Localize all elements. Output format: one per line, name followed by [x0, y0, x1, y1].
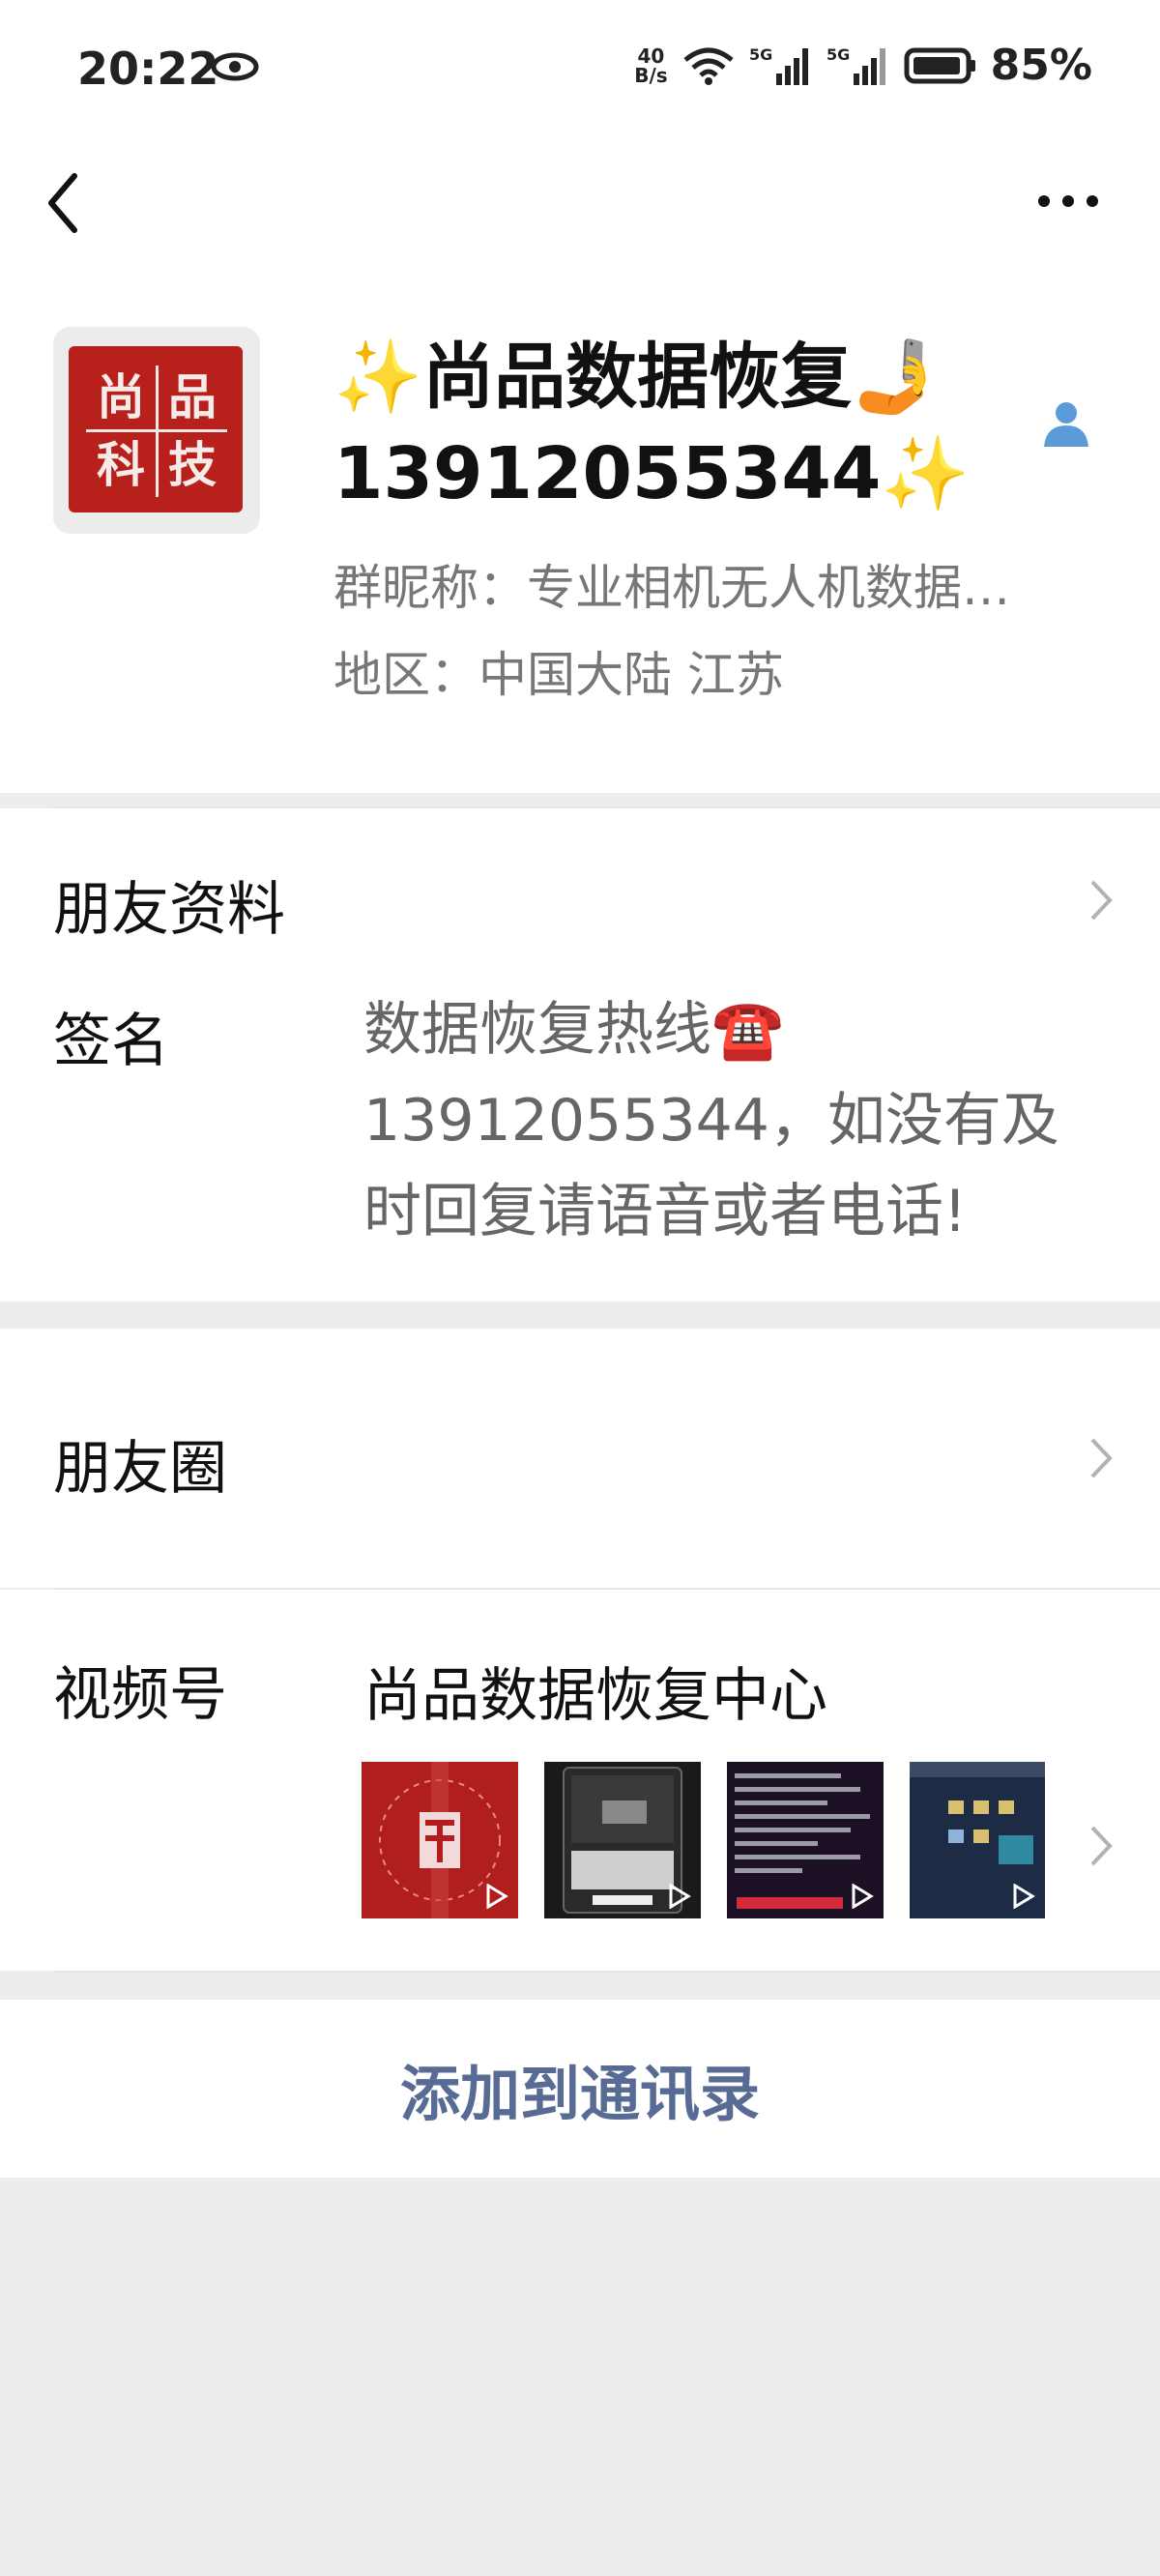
- signature-label: 签名: [53, 1008, 169, 1075]
- signature-line: 数据恢复热线☎️: [363, 996, 784, 1064]
- chevron-right-icon: [1090, 1438, 1113, 1478]
- video-thumbnail[interactable]: [544, 1762, 701, 1918]
- profile-header: 尚 品 科 技 ✨尚品数据恢复🤳 13912055344✨ 群昵称：专业相机无人…: [0, 290, 1160, 793]
- display-name-line2: 13912055344✨: [334, 432, 971, 515]
- play-icon: [486, 1884, 508, 1909]
- play-icon: [669, 1884, 691, 1909]
- display-name: ✨尚品数据恢复🤳 13912055344✨: [334, 329, 1030, 522]
- avatar[interactable]: 尚 品 科 技: [53, 327, 260, 534]
- wifi-icon: [683, 47, 734, 85]
- status-indicators: 40 B/s 5G 5G 85%: [634, 41, 1092, 90]
- chevron-right-icon: [1090, 1826, 1113, 1866]
- group-nickname: 群昵称：专业相机无人机数据…: [334, 560, 1010, 616]
- region: 地区：中国大陆 江苏: [334, 647, 784, 703]
- friend-info-row[interactable]: 朋友资料: [0, 808, 1160, 944]
- svg-text:科: 科: [97, 437, 145, 493]
- channel-name: 尚品数据恢复中心: [363, 1662, 827, 1730]
- chevron-right-icon: [1090, 880, 1113, 921]
- add-to-contacts-label: 添加到通讯录: [399, 2059, 760, 2129]
- moments-row[interactable]: 朋友圈: [0, 1329, 1160, 1588]
- video-thumbnail[interactable]: [727, 1762, 884, 1918]
- signature-line: 时回复请语音或者电话!: [363, 1178, 968, 1245]
- channels-label: 视频号: [53, 1661, 227, 1729]
- friend-info-label: 朋友资料: [53, 876, 285, 944]
- moments-label: 朋友圈: [53, 1435, 227, 1503]
- play-icon: [852, 1884, 874, 1909]
- back-arrow-icon[interactable]: [44, 164, 82, 242]
- signal-5g-icon: 5G: [749, 45, 808, 85]
- channel-thumbnails: [362, 1762, 1045, 1918]
- svg-text:5G: 5G: [826, 45, 850, 64]
- status-time: 20:22: [77, 43, 219, 95]
- seal-logo: 尚 品 科 技: [53, 327, 260, 534]
- svg-text:品: 品: [168, 369, 217, 425]
- battery-icon: [904, 47, 975, 83]
- display-name-line1: ✨尚品数据恢复🤳: [334, 336, 942, 419]
- eye-icon: [211, 52, 259, 81]
- signature-line: 13912055344，如没有及: [363, 1087, 1059, 1155]
- top-bar: [0, 145, 1160, 290]
- svg-text:5G: 5G: [749, 45, 772, 64]
- signal-5g-icon-2: 5G: [826, 45, 885, 85]
- divider: [53, 1971, 1160, 1973]
- add-to-contacts-button[interactable]: 添加到通讯录: [0, 2000, 1160, 2178]
- battery-percent: 85%: [990, 41, 1092, 90]
- contact-person-icon[interactable]: [1040, 396, 1092, 449]
- network-speed: 40 B/s: [634, 44, 668, 87]
- svg-text:技: 技: [168, 437, 217, 493]
- more-options-icon[interactable]: [1034, 191, 1102, 211]
- video-thumbnail[interactable]: [910, 1762, 1045, 1918]
- svg-text:尚: 尚: [97, 369, 145, 425]
- signature-text: 数据恢复热线☎️ 13912055344，如没有及 时回复请语音或者电话!: [363, 984, 1098, 1257]
- status-bar: 20:22 40 B/s 5G 5G 85%: [0, 0, 1160, 145]
- video-thumbnail[interactable]: [362, 1762, 518, 1918]
- play-icon: [1013, 1884, 1035, 1909]
